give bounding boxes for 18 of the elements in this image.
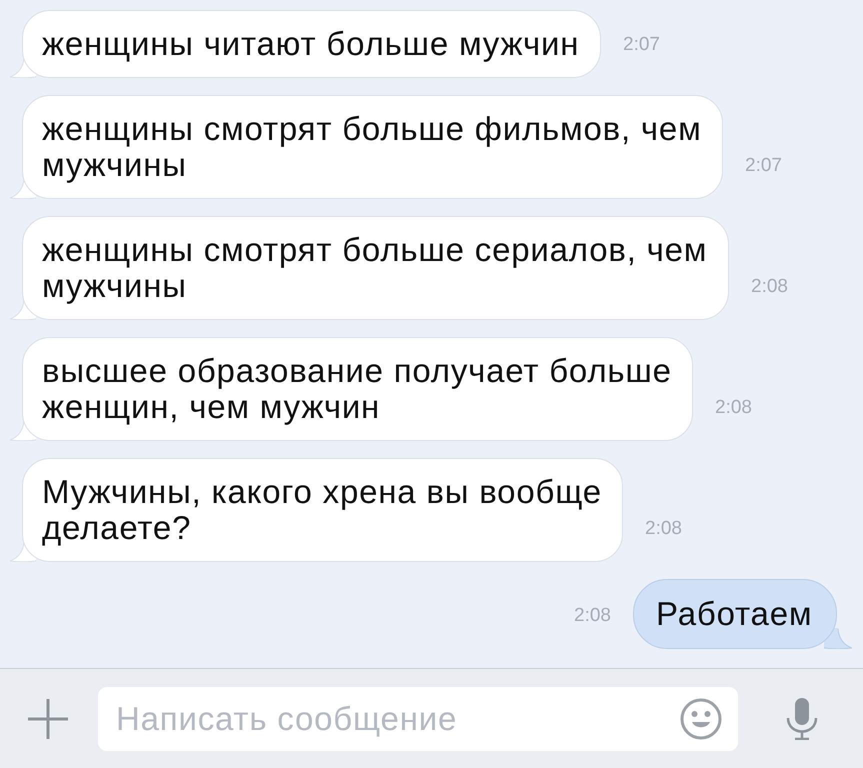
add-attachment-button[interactable] <box>26 696 70 740</box>
message-text: Мужчины, какого хрена вы вообще делаете? <box>42 474 603 546</box>
message-time: 2:08 <box>645 518 682 539</box>
message-time: 2:07 <box>623 34 660 55</box>
message-time: 2:07 <box>745 155 782 176</box>
smiley-icon[interactable] <box>680 698 722 740</box>
message-time: 2:08 <box>574 605 611 626</box>
message-text: высшее образование получает больше женщин, чем мужчин <box>42 353 673 425</box>
message-time: 2:08 <box>715 397 752 418</box>
message-text: женщины читают больше мужчин <box>42 26 580 62</box>
message-text: женщины смотрят больше фильмов, чем мужчины <box>42 111 703 183</box>
message-time: 2:08 <box>751 276 788 297</box>
message-text: Работаем <box>656 596 814 632</box>
message-text: женщины смотрят больше сериалов, чем мужчины <box>42 232 708 304</box>
microphone-button[interactable] <box>785 696 819 740</box>
plus-icon <box>28 698 68 738</box>
microphone-icon <box>785 698 819 740</box>
message-input-field[interactable]: Написать сообщение <box>98 686 738 750</box>
